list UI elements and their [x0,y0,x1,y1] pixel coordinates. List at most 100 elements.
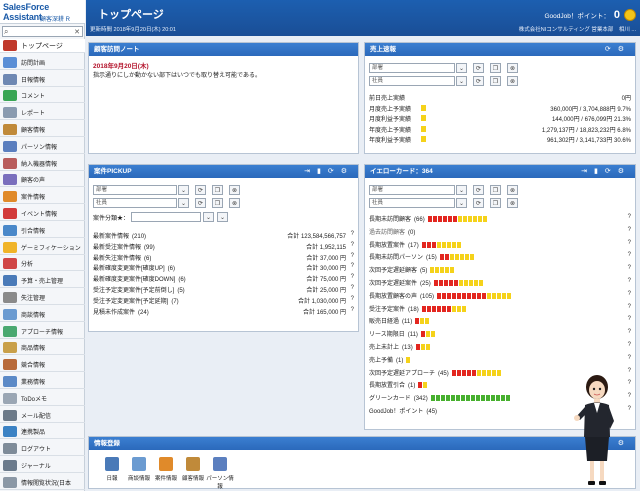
help-icon[interactable]: ? [351,231,354,237]
assistant-character[interactable] [572,373,622,489]
sidebar-item[interactable]: 失注管理 [0,291,85,305]
pickup-row[interactable]: 最新失注案件情報 (6) 合計 37,000 円? [93,253,354,263]
chevron-down-icon[interactable]: ⌄ [456,198,467,208]
help-icon[interactable]: ? [351,285,354,291]
sidebar-item[interactable]: 情報閲覧状況(日本 [0,476,85,490]
help-icon[interactable]: ? [351,307,354,313]
yellowcard-row[interactable]: 長期未訪問パーソン (15)? [369,252,631,262]
staff-select[interactable]: 社員 [369,76,455,86]
yellowcard-row-label[interactable]: 次回予定遅延顧客 [369,268,417,274]
yellowcard-row-label[interactable]: 受注予定案件 [369,307,405,313]
pickup-row[interactable]: 最新確度変更案件[確度DOWN] (6) 合計 75,000 円? [93,274,354,284]
yellowcard-row-label[interactable]: 長期未訪問顧客 [369,217,411,223]
refresh-icon[interactable]: ⟳ [473,198,484,208]
registration-item-icon[interactable] [105,457,119,471]
goodjob-points[interactable]: GoodJob！ポイント： 0 [544,9,620,21]
clear-icon[interactable]: ⊗ [507,63,518,73]
registration-item-icon[interactable] [132,457,146,471]
help-icon[interactable]: ? [628,227,631,233]
yellowcard-row-label[interactable]: 次回予定遅延アプローチ [369,371,435,377]
chevron-down-icon[interactable]: ⌄ [178,198,189,208]
panel-tools[interactable]: ⇥▮⟳⚙ [304,165,354,178]
pickup-row[interactable]: 最新確度変更案件[確度UP] (6) 合計 30,000 円? [93,263,354,273]
refresh-icon[interactable]: ⟳ [195,198,206,208]
help-icon[interactable]: ? [351,274,354,280]
sidebar-item[interactable]: ジャーナル [0,459,85,473]
refresh-icon[interactable]: ⟳ [195,185,206,195]
yellowcard-row[interactable]: 長期放置案件 (17)? [369,240,631,250]
refresh-icon[interactable]: ⟳ [473,76,484,86]
yellowcard-row[interactable]: 受注予定案件 (18)? [369,304,631,314]
yellowcard-row[interactable]: 長期未訪問顧客 (66)? [369,214,631,224]
help-icon[interactable]: ? [628,291,631,297]
registration-item-label[interactable]: 商談情報 [124,474,154,482]
clear-icon[interactable]: ⊗ [229,185,240,195]
sidebar-search-input[interactable]: ⌕ ✕ [2,26,83,37]
sidebar-item[interactable]: 案件情報 [0,190,85,205]
yellowcard-row-label[interactable]: リース期限日 [369,332,405,338]
pickup-row-label[interactable]: 受注予定変更案件[予定前倒し] [93,288,174,294]
yellowcard-row-label[interactable]: 長期未訪問パーソン [369,255,423,261]
help-icon[interactable]: ? [628,278,631,284]
yellowcard-row-label[interactable]: 次回予定遅延案件 [369,281,417,287]
yellowcard-row-label[interactable]: 長期放置引合 [369,383,405,389]
pickup-row[interactable]: 最新案件情報 (210) 合計 123,584,566,757? [93,231,354,241]
sidebar-item[interactable]: レポート [0,106,85,121]
sidebar-item[interactable]: ToDoメモ [0,392,85,406]
pickup-row[interactable]: 受注予定変更案件[予定延期] (7) 合計 1,030,000 円? [93,296,354,306]
help-icon[interactable]: ? [628,368,631,374]
pickup-row-label[interactable]: 見積未作成案件 [93,310,135,316]
pickup-row-label[interactable]: 最新案件情報 [93,234,129,240]
yellowcard-row-label[interactable]: グリーンカード [369,396,411,402]
sidebar-item[interactable]: 分析 [0,257,85,272]
note-flag-icon[interactable] [421,104,426,111]
pickup-row[interactable]: 受注予定変更案件[予定前倒し] (5) 合計 25,000 円? [93,285,354,295]
sidebar-item[interactable]: 商品情報 [0,341,85,356]
yellowcard-row[interactable]: 過去訪問顧客 (0)? [369,227,631,237]
help-icon[interactable]: ? [628,342,631,348]
yellowcard-row-label[interactable]: 販売日経過 [369,319,399,325]
yellowcard-row-label[interactable]: 過去訪問顧客 [369,230,405,236]
pickup-row-label[interactable]: 最新受注案件情報 [93,245,141,251]
registration-item-label[interactable]: 顧客情報 [178,474,208,482]
sidebar-item[interactable]: コメント [0,89,85,104]
registration-item-icon[interactable] [159,457,173,471]
yellowcard-row-label[interactable]: 売上予備 [369,358,393,364]
note-flag-icon[interactable] [421,136,426,142]
registration-item-icon[interactable] [213,457,227,471]
yellowcard-row-label[interactable]: 長期放置顧客の声 [369,294,417,300]
clear-icon[interactable]: ⊗ [229,198,240,208]
help-icon[interactable]: ? [628,406,631,412]
note-flag-icon[interactable] [421,115,426,121]
help-icon[interactable]: ? [628,252,631,258]
copy-icon[interactable]: ❐ [490,198,501,208]
yellowcard-row[interactable]: 長期放置顧客の声 (105)? [369,291,631,301]
yellowcard-row[interactable]: 販売日経過 (11)? [369,316,631,326]
sidebar-item[interactable]: 日報情報 [0,73,85,87]
clear-icon[interactable]: ⊗ [507,185,518,195]
yellowcard-row-label[interactable]: 売上未計上 [369,345,399,351]
dept-select[interactable]: 部署 [369,63,455,73]
sidebar-item[interactable]: 納入機器情報 [0,157,85,171]
registration-item-label[interactable]: パーソン情報 [205,474,235,490]
sidebar-item[interactable]: 商談情報 [0,308,85,322]
refresh-icon[interactable]: ⟳ [473,185,484,195]
help-icon[interactable]: ? [628,316,631,322]
sidebar-item[interactable]: アプローチ情報 [0,325,85,339]
sidebar-item[interactable]: イベント情報 [0,207,85,221]
pickup-row-label[interactable]: 受注予定変更案件[予定延期] [93,299,168,305]
registration-item-label[interactable]: 日報 [97,474,127,482]
panel-tools[interactable]: ⟳⚙ [605,43,631,56]
copy-icon[interactable]: ❐ [212,198,223,208]
help-icon[interactable]: ? [628,240,631,246]
help-icon[interactable]: ? [628,393,631,399]
yellowcard-row[interactable]: 売上未計上 (13)? [369,342,631,352]
chevron-down-icon[interactable]: ⌄ [456,63,467,73]
chevron-down-icon[interactable]: ⌄ [217,212,228,222]
registration-item-label[interactable]: 案件情報 [151,474,181,482]
chevron-down-icon[interactable]: ⌄ [456,185,467,195]
close-icon[interactable]: ✕ [74,27,80,37]
help-icon[interactable]: ? [628,265,631,271]
help-icon[interactable]: ? [351,242,354,248]
pickup-row[interactable]: 最新受注案件情報 (99) 合計 1,952,115? [93,242,354,252]
